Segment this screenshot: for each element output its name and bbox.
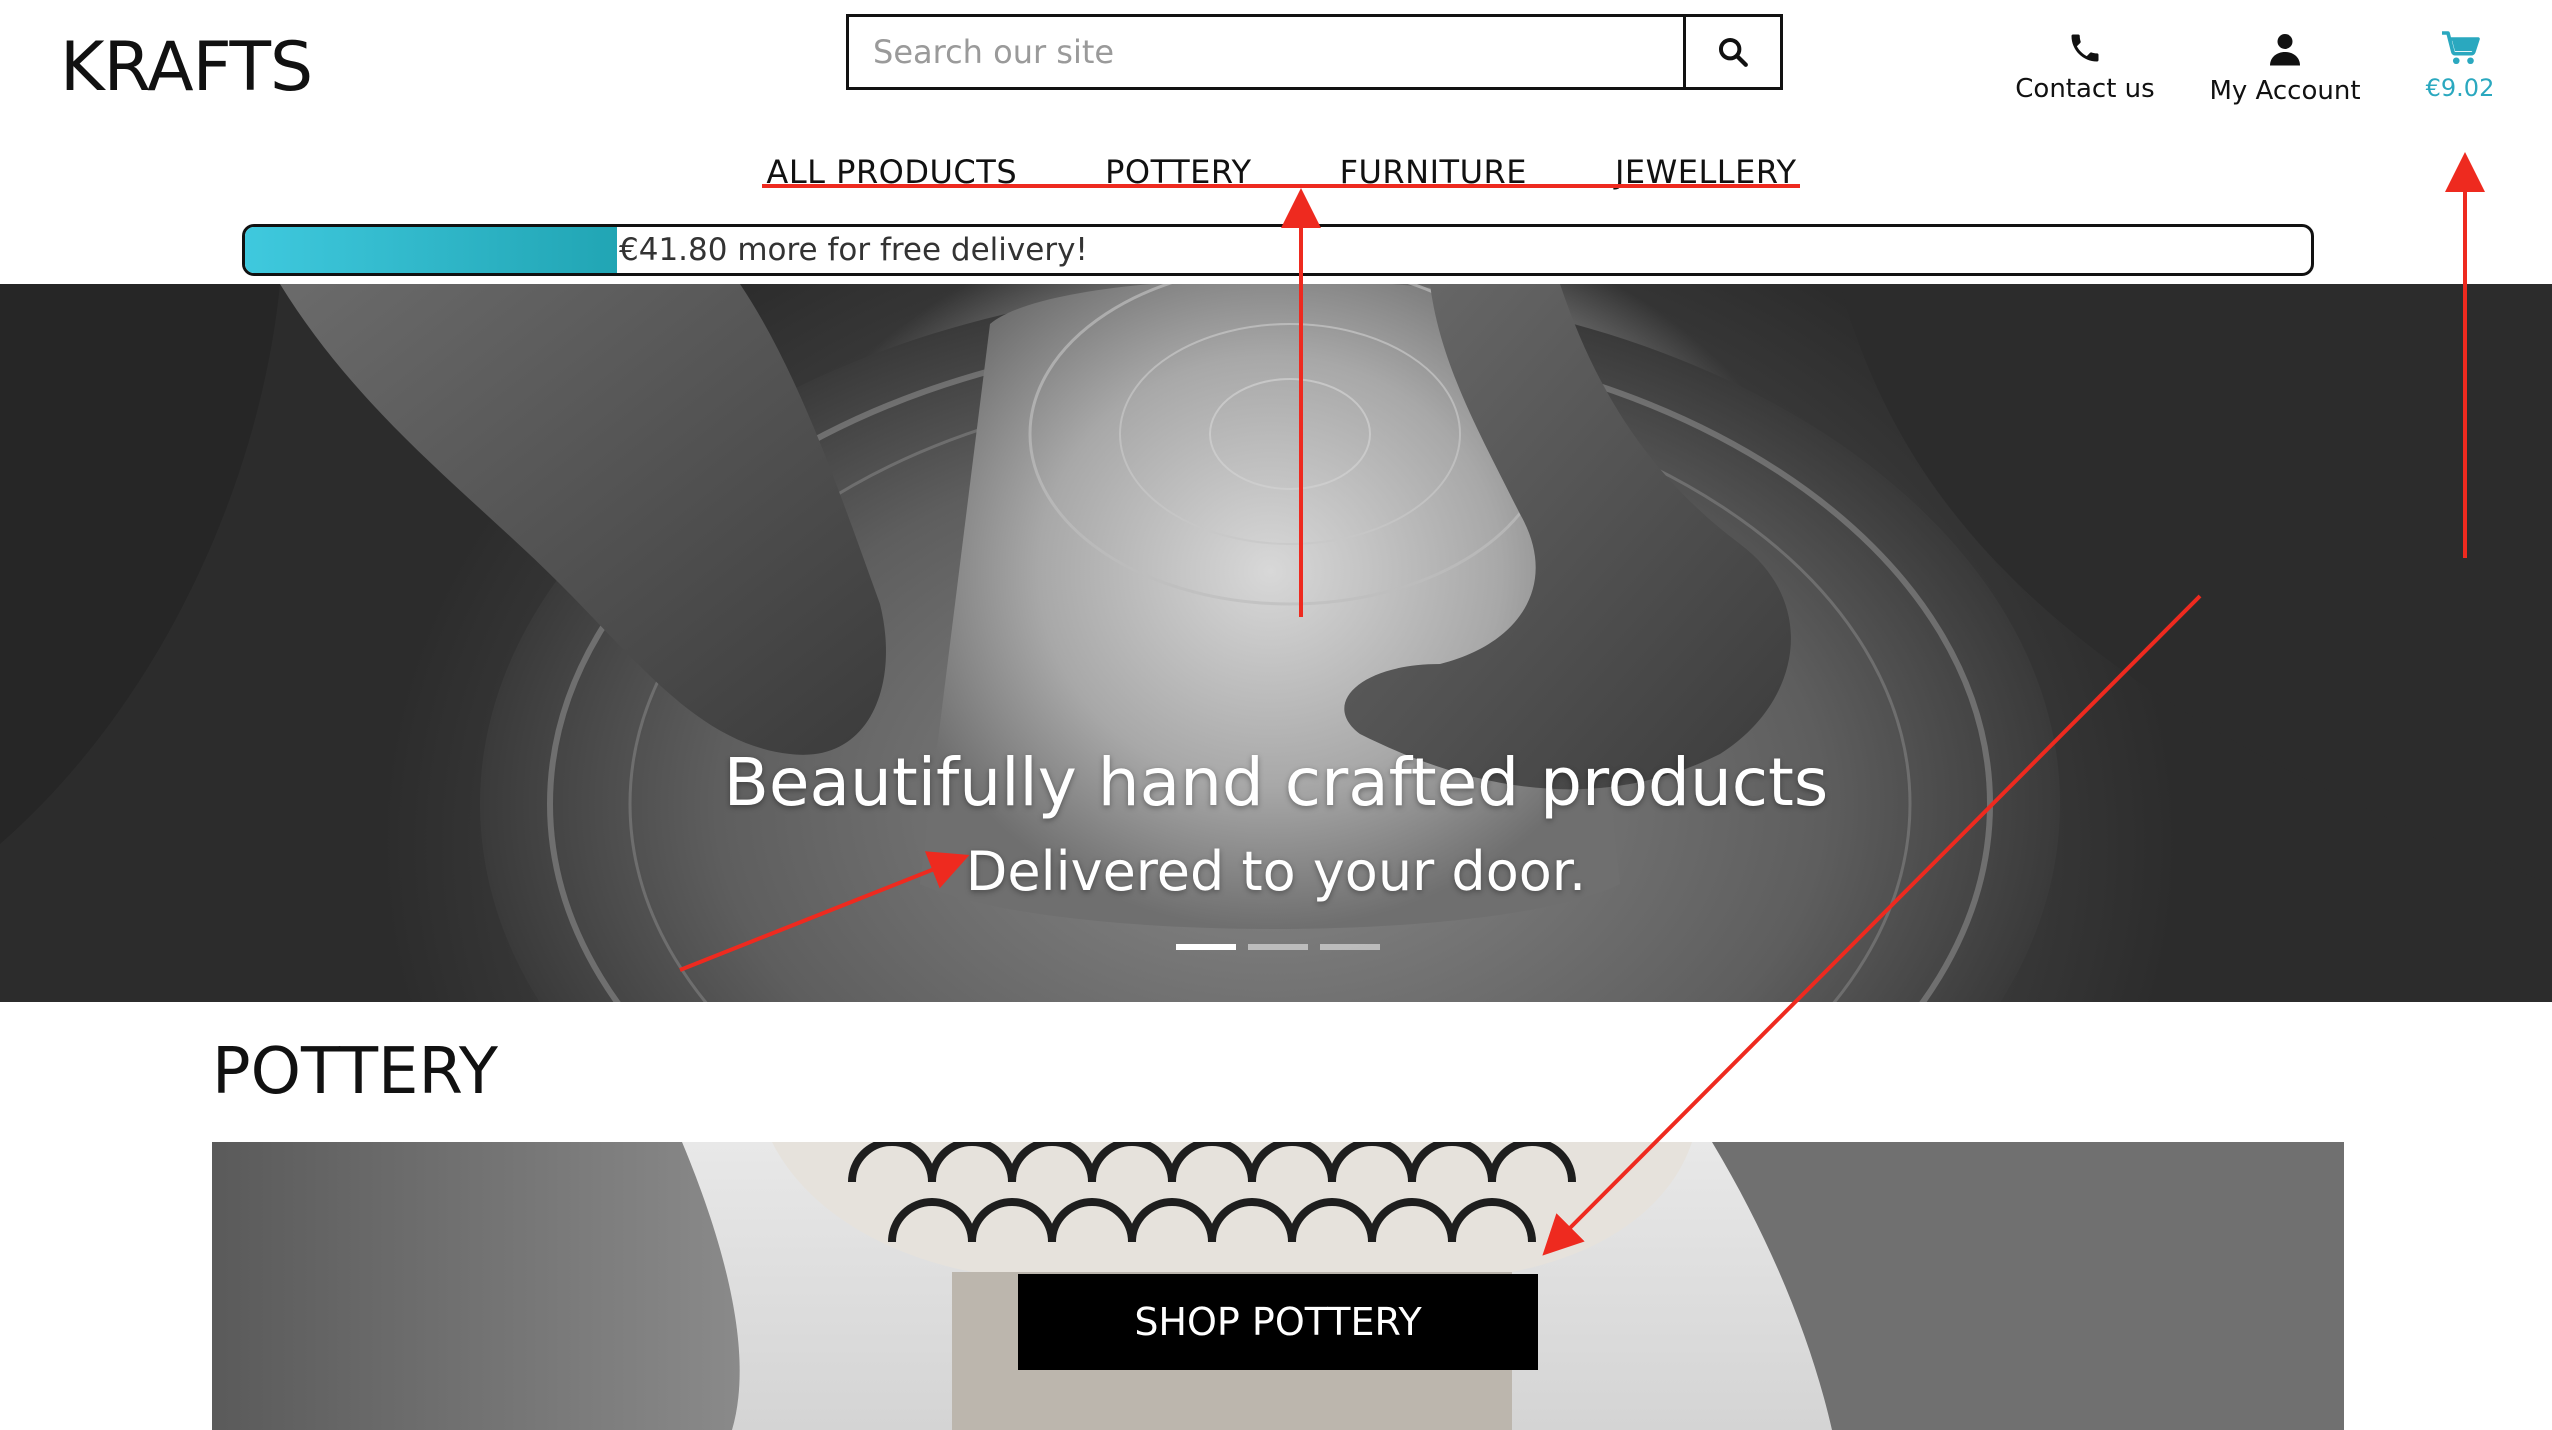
carousel-indicator-1[interactable] — [1176, 944, 1236, 950]
nav-all-products[interactable]: ALL PRODUCTS — [766, 152, 1017, 192]
free-delivery-message: €41.80 more for free delivery! — [619, 232, 1088, 268]
free-delivery-progress-fill — [245, 227, 617, 273]
nav-furniture[interactable]: FURNITURE — [1340, 152, 1527, 192]
nav-jewellery[interactable]: JEWELLERY — [1615, 152, 1797, 192]
my-account-link[interactable]: My Account — [2209, 30, 2361, 106]
user-icon — [2270, 34, 2300, 66]
phone-icon — [2071, 34, 2099, 62]
shop-pottery-button[interactable]: SHOP POTTERY — [1018, 1274, 1538, 1370]
nav-pottery[interactable]: POTTERY — [1105, 152, 1251, 192]
hero-carousel[interactable]: Beautifully hand crafted products Delive… — [0, 284, 2552, 1002]
search-form — [846, 14, 1783, 90]
pottery-heading: POTTERY — [212, 1035, 498, 1109]
cart-link[interactable]: €9.02 — [2410, 30, 2510, 102]
cart-total: €9.02 — [2425, 74, 2495, 102]
contact-us-label: Contact us — [2015, 74, 2155, 104]
site-logo[interactable]: KRAFTS — [60, 30, 313, 106]
carousel-indicator-3[interactable] — [1320, 944, 1380, 950]
hero-subtitle: Delivered to your door. — [965, 840, 1587, 903]
search-button[interactable] — [1683, 17, 1780, 87]
my-account-label: My Account — [2209, 76, 2361, 106]
carousel-indicator-2[interactable] — [1248, 944, 1308, 950]
contact-us-link[interactable]: Contact us — [2010, 30, 2160, 104]
main-nav: ALL PRODUCTS POTTERY FURNITURE JEWELLERY — [764, 152, 1799, 192]
hero-title: Beautifully hand crafted products — [723, 744, 1829, 821]
search-icon — [1718, 37, 1748, 67]
search-input[interactable] — [849, 17, 1683, 87]
free-delivery-progress: €41.80 more for free delivery! — [242, 224, 2314, 276]
page: KRAFTS Contact us My Account €9.02 — [0, 0, 2552, 1430]
shopping-cart-icon — [2442, 31, 2480, 65]
carousel-indicators — [1176, 944, 1380, 950]
